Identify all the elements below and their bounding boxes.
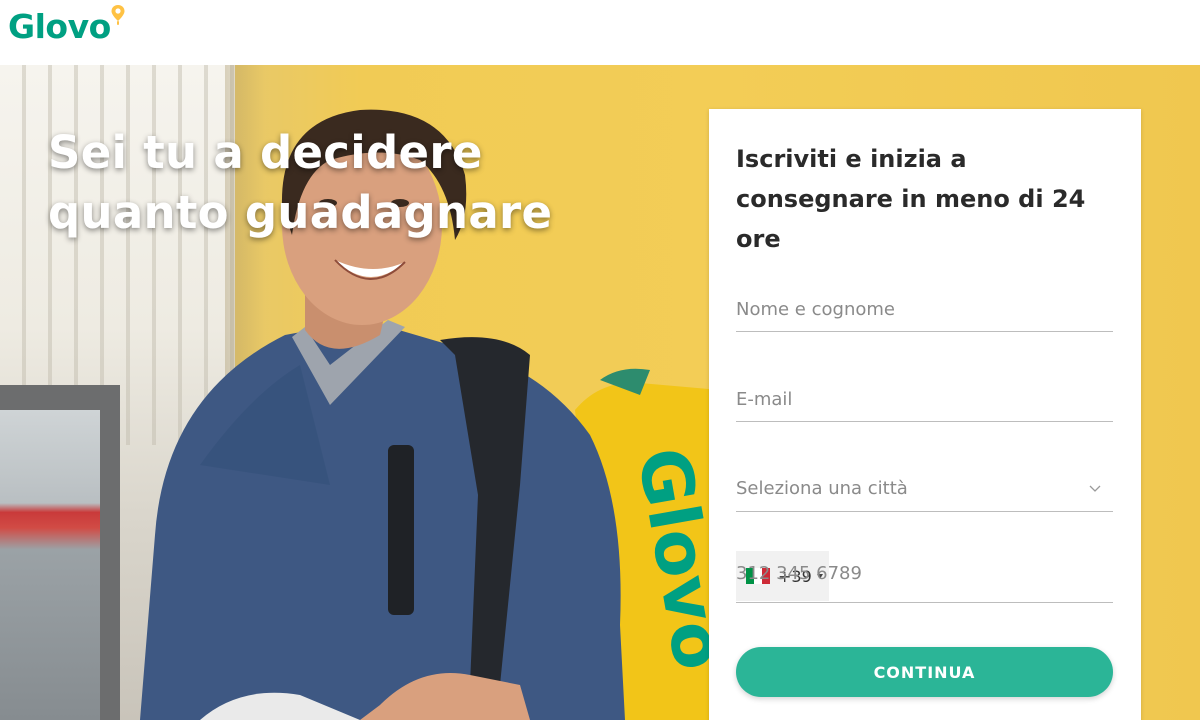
email-field: [736, 377, 1113, 422]
glovo-logo[interactable]: Glovo: [8, 2, 126, 52]
signup-form: Iscriviti e inizia a consegnare in meno …: [709, 109, 1141, 720]
hero-title: Sei tu a decidere quanto guadagnare: [48, 123, 608, 243]
top-header: Glovo: [0, 0, 1200, 65]
phone-input[interactable]: [736, 551, 1113, 595]
hero-title-line-2: quanto guadagnare: [48, 186, 553, 239]
hero-title-line-1: Sei tu a decidere: [48, 126, 483, 179]
name-input[interactable]: [736, 287, 1113, 331]
form-title: Iscriviti e inizia a consegnare in meno …: [736, 145, 1086, 253]
logo-text: Glovo: [8, 7, 111, 46]
email-input[interactable]: [736, 377, 1113, 421]
name-field: [736, 287, 1113, 332]
location-pin-icon: [111, 5, 125, 25]
chevron-down-icon: [1089, 485, 1101, 492]
city-select-placeholder: Seleziona una città: [736, 478, 908, 499]
continue-button[interactable]: CONTINUA: [736, 647, 1113, 697]
phone-field: +39: [736, 551, 1113, 603]
city-select[interactable]: Seleziona una città: [736, 467, 1113, 512]
